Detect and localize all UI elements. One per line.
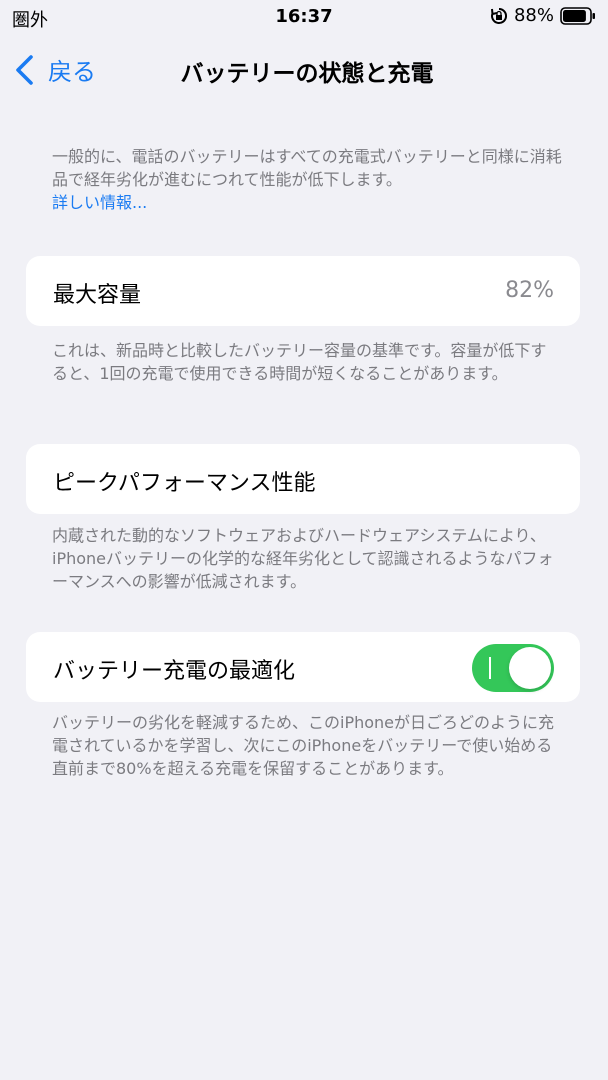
max-capacity-cell: 最大容量 82% [26, 256, 580, 326]
intro-text-block: 一般的に、電話のバッテリーはすべての充電式バッテリーと同様に消耗品で経年劣化が進… [52, 145, 562, 214]
max-capacity-label: 最大容量 [53, 283, 142, 308]
navigation-bar: 戻る バッテリーの状態と充電 [0, 42, 608, 98]
max-capacity-value: 82% [505, 278, 554, 303]
status-bar: 圏外 16:37 88% [0, 0, 608, 34]
toggle-knob [509, 647, 551, 689]
peak-performance-footnote: 内蔵された動的なソフトウェアおよびハードウェアシステムにより、iPhoneバッテ… [52, 526, 554, 591]
orientation-lock-icon [490, 7, 507, 24]
optimized-charging-cell: バッテリー充電の最適化 [26, 632, 580, 702]
optimized-charging-toggle[interactable] [472, 644, 554, 692]
peak-performance-cell[interactable]: ピークパフォーマンス性能 [26, 444, 580, 514]
learn-more-link[interactable]: 詳しい情報... [52, 191, 562, 214]
battery-icon [560, 6, 595, 25]
intro-text: 一般的に、電話のバッテリーはすべての充電式バッテリーと同様に消耗品で経年劣化が進… [52, 147, 562, 189]
toggle-on-mark [489, 657, 491, 679]
optimized-charging-footnote: バッテリーの劣化を軽減するため、このiPhoneが日ごろどのように充電されている… [52, 713, 555, 778]
page-title: バッテリーの状態と充電 [180, 61, 434, 87]
optimized-charging-label: バッテリー充電の最適化 [53, 659, 296, 684]
battery-percent: 88% [513, 5, 554, 26]
status-right: 88% [490, 5, 596, 26]
max-capacity-footnote: これは、新品時と比較したバッテリー容量の基準です。容量が低下すると、1回の充電で… [52, 341, 547, 383]
peak-performance-label: ピークパフォーマンス性能 [53, 471, 316, 496]
